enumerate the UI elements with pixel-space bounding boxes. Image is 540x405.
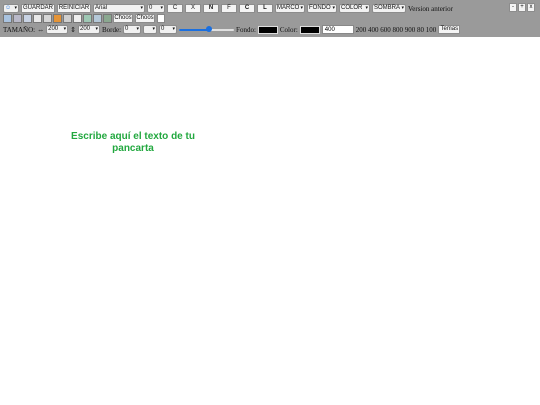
chevron-down-icon: ▾: [63, 26, 67, 32]
slider-thumb[interactable]: [206, 25, 213, 32]
center-button[interactable]: C: [239, 4, 255, 13]
temas-button[interactable]: Temas: [438, 25, 461, 34]
weights-text: 200 400 600 800 900 80 100: [355, 25, 437, 34]
swatch-5[interactable]: [43, 13, 52, 23]
chevron-down-icon: ▾: [365, 5, 368, 11]
choose-file-button-2[interactable]: Choos: [135, 13, 155, 23]
height-arrows-icon: ⇕: [70, 25, 76, 34]
swatch-list: [3, 13, 113, 23]
minimize-button[interactable]: -: [509, 3, 517, 12]
chevron-down-icon: ▾: [300, 5, 303, 11]
toolbar-row-swatches: Choos Choos: [3, 13, 167, 23]
size-slider[interactable]: [179, 25, 235, 34]
width-arrows-icon: ⇔: [37, 25, 45, 34]
bold-button[interactable]: N: [203, 4, 219, 13]
height-value: 200: [79, 26, 90, 32]
height-select[interactable]: 200 ▾: [77, 25, 100, 34]
weight-input[interactable]: 400: [321, 25, 354, 34]
banner-text[interactable]: Escribe aquí el texto de tu pancarta: [58, 131, 208, 155]
slider-fill: [179, 28, 210, 31]
chevron-down-icon: ▾: [172, 26, 176, 32]
chevron-down-icon: ▾: [401, 5, 404, 11]
choose-file-button-1[interactable]: Choos: [113, 13, 133, 23]
close-button[interactable]: x: [527, 3, 535, 12]
chevron-down-icon: ▾: [95, 26, 98, 32]
font-family-value: Arial: [95, 5, 108, 11]
swatch-9[interactable]: [83, 13, 92, 23]
fondo-select[interactable]: FONDO ▾: [307, 4, 337, 13]
borde-style-select[interactable]: ▾: [143, 25, 158, 34]
borde-width-select[interactable]: 0 ▾: [123, 25, 142, 34]
sombra-label: SOMBRA: [374, 5, 401, 11]
radius-value: 0: [161, 26, 165, 32]
color-label: COLOR: [341, 5, 363, 11]
version-anterior-link[interactable]: Version anterior: [408, 5, 453, 13]
chevron-down-icon: ▾: [136, 26, 140, 32]
marco-label: MARCO: [277, 5, 300, 11]
fondo-label: FONDO: [309, 5, 331, 11]
font-size-select[interactable]: 0 ▾: [147, 4, 165, 13]
borde-width-value: 0: [125, 26, 129, 32]
font-button[interactable]: F: [221, 4, 237, 13]
icon-select-glyph: ☺: [5, 5, 12, 11]
width-select[interactable]: 200 ▾: [46, 25, 69, 34]
swatch-3[interactable]: [23, 13, 32, 23]
swatch-4[interactable]: [33, 13, 42, 23]
fondo-text-label: Fondo:: [236, 25, 256, 34]
toolbar-row-size: TAMAÑO: ⇔ 200 ▾ ⇕ 200 ▾ Borde: 0 ▾ ▾ 0 ▾…: [3, 24, 462, 35]
marco-select[interactable]: MARCO ▾: [275, 4, 305, 13]
window-controls: - + x: [509, 3, 536, 12]
borde-label: Borde:: [101, 25, 122, 34]
icon-select[interactable]: ☺ ▾: [3, 4, 19, 13]
chevron-down-icon: ▾: [152, 26, 156, 32]
chevron-down-icon: ▾: [332, 5, 335, 11]
chevron-down-icon: ▾: [160, 5, 163, 11]
swatch-2[interactable]: [13, 13, 22, 23]
left-button[interactable]: L: [257, 4, 273, 13]
sombra-select[interactable]: SOMBRA ▾: [372, 4, 406, 13]
swatch-1[interactable]: [3, 13, 12, 23]
toolbar: ☺ ▾ GUARDAR REINICIAR Arial ▾ 0 ▾ C X N …: [0, 0, 540, 37]
swatch-10[interactable]: [93, 13, 102, 23]
swatch-11[interactable]: [103, 13, 112, 23]
width-value: 200: [48, 26, 59, 32]
chevron-down-icon: ▾: [140, 5, 143, 11]
delete-button[interactable]: X: [185, 4, 201, 13]
chevron-down-icon: ▾: [14, 5, 17, 11]
align-center-button[interactable]: C: [167, 4, 183, 13]
swatch-6[interactable]: [53, 13, 62, 23]
font-size-value: 0: [149, 5, 153, 11]
guardar-button[interactable]: GUARDAR: [21, 4, 55, 13]
file-name-field[interactable]: [157, 13, 165, 23]
radius-select[interactable]: 0 ▾: [159, 25, 178, 34]
tamano-label: TAMAÑO:: [3, 25, 36, 34]
fondo-color-picker[interactable]: [257, 25, 278, 34]
swatch-8[interactable]: [73, 13, 82, 23]
color-select[interactable]: COLOR ▾: [339, 4, 370, 13]
swatch-7[interactable]: [63, 13, 72, 23]
reiniciar-button[interactable]: REINICIAR: [57, 4, 91, 13]
font-family-select[interactable]: Arial ▾: [93, 4, 145, 13]
zoom-in-button[interactable]: +: [518, 3, 526, 12]
text-color-picker[interactable]: [299, 25, 320, 34]
color-text-label: Color:: [279, 25, 298, 34]
